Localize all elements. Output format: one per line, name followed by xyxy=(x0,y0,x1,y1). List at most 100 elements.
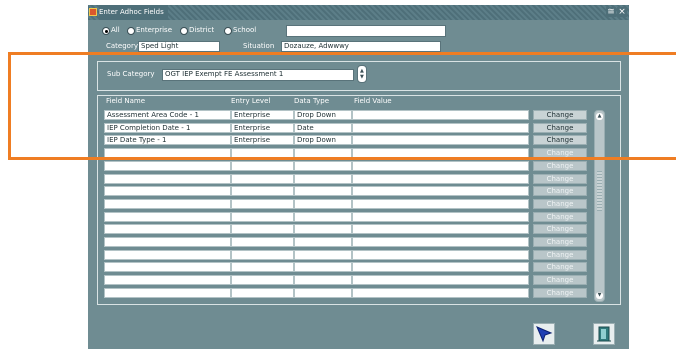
field-name-cell[interactable] xyxy=(104,199,231,209)
col-header-field-value: Field Value xyxy=(354,97,392,105)
data-type-cell[interactable]: Drop Down xyxy=(294,135,352,145)
change-button[interactable]: Change xyxy=(533,110,587,120)
radio-school-label: School xyxy=(233,26,257,34)
category-field[interactable]: Sped Light xyxy=(138,41,220,52)
restore-icon[interactable]: ≅ xyxy=(606,7,616,17)
scroll-up-icon[interactable]: ▲ xyxy=(596,113,603,120)
field-name-cell[interactable] xyxy=(104,148,231,158)
change-button[interactable]: Change xyxy=(533,199,587,209)
entry-level-cell[interactable] xyxy=(231,161,294,171)
change-button[interactable]: Change xyxy=(533,288,587,298)
field-value-cell[interactable] xyxy=(352,224,529,234)
field-name-cell[interactable] xyxy=(104,288,231,298)
table-scrollbar[interactable]: ▲ ▼ xyxy=(594,110,605,302)
scroll-down-icon[interactable]: ▼ xyxy=(596,292,603,299)
field-name-cell[interactable] xyxy=(104,174,231,184)
field-value-cell[interactable] xyxy=(352,212,529,222)
entry-level-cell[interactable] xyxy=(231,262,294,272)
data-type-cell[interactable] xyxy=(294,275,352,285)
close-icon[interactable]: × xyxy=(617,7,627,17)
field-name-cell[interactable] xyxy=(104,224,231,234)
data-type-cell[interactable] xyxy=(294,250,352,260)
field-name-cell[interactable]: IEP Date Type - 1 xyxy=(104,135,231,145)
field-name-cell[interactable]: IEP Completion Date - 1 xyxy=(104,123,231,133)
field-name-cell[interactable] xyxy=(104,262,231,272)
entry-level-cell[interactable]: Enterprise xyxy=(231,123,294,133)
col-header-data-type: Data Type xyxy=(294,97,330,105)
change-button[interactable]: Change xyxy=(533,148,587,158)
field-value-cell[interactable] xyxy=(352,262,529,272)
field-value-cell[interactable] xyxy=(352,237,529,247)
field-name-cell[interactable]: Assessment Area Code - 1 xyxy=(104,110,231,120)
data-type-cell[interactable] xyxy=(294,186,352,196)
entry-level-cell[interactable] xyxy=(231,288,294,298)
entry-level-cell[interactable]: Enterprise xyxy=(231,135,294,145)
field-name-cell[interactable] xyxy=(104,161,231,171)
data-type-cell[interactable] xyxy=(294,161,352,171)
field-value-cell[interactable] xyxy=(352,199,529,209)
field-name-cell[interactable] xyxy=(104,275,231,285)
field-name-cell[interactable] xyxy=(104,250,231,260)
entry-level-cell[interactable] xyxy=(231,186,294,196)
window-title: Enter Adhoc Fields xyxy=(99,5,168,20)
radio-school[interactable] xyxy=(224,27,232,35)
adhoc-fields-window: Enter Adhoc Fields ≅ × All Enterprise Di… xyxy=(88,5,629,349)
data-type-cell[interactable] xyxy=(294,224,352,234)
field-value-cell[interactable] xyxy=(352,161,529,171)
change-button[interactable]: Change xyxy=(533,212,587,222)
field-value-cell[interactable] xyxy=(352,174,529,184)
spin-down-icon[interactable]: ▼ xyxy=(360,75,364,80)
change-button[interactable]: Change xyxy=(533,275,587,285)
data-type-cell[interactable]: Date xyxy=(294,123,352,133)
radio-all-label: All xyxy=(111,26,120,34)
entry-level-cell[interactable] xyxy=(231,224,294,234)
data-type-cell[interactable] xyxy=(294,199,352,209)
field-value-cell[interactable] xyxy=(352,275,529,285)
data-type-cell[interactable] xyxy=(294,212,352,222)
sub-category-field[interactable]: OGT IEP Exempt FE Assessment 1 xyxy=(162,69,354,81)
change-button[interactable]: Change xyxy=(533,174,587,184)
change-button[interactable]: Change xyxy=(533,123,587,133)
sub-category-spinner[interactable]: ▲ ▼ xyxy=(357,65,367,83)
field-value-cell[interactable] xyxy=(352,135,529,145)
field-value-cell[interactable] xyxy=(352,250,529,260)
data-type-cell[interactable] xyxy=(294,237,352,247)
data-type-cell[interactable] xyxy=(294,262,352,272)
change-button[interactable]: Change xyxy=(533,224,587,234)
entry-level-cell[interactable] xyxy=(231,212,294,222)
radio-all[interactable] xyxy=(102,27,110,35)
entry-level-cell[interactable] xyxy=(231,237,294,247)
field-value-cell[interactable] xyxy=(352,288,529,298)
field-name-cell[interactable] xyxy=(104,186,231,196)
entry-level-cell[interactable] xyxy=(231,174,294,184)
field-value-cell[interactable] xyxy=(352,110,529,120)
change-button[interactable]: Change xyxy=(533,161,587,171)
exit-button[interactable] xyxy=(593,323,615,345)
field-value-cell[interactable] xyxy=(352,148,529,158)
entry-level-cell[interactable] xyxy=(231,250,294,260)
field-name-cell[interactable] xyxy=(104,212,231,222)
field-value-cell[interactable] xyxy=(352,186,529,196)
field-name-cell[interactable] xyxy=(104,237,231,247)
entry-level-cell[interactable] xyxy=(231,148,294,158)
data-type-cell[interactable] xyxy=(294,174,352,184)
change-button[interactable]: Change xyxy=(533,186,587,196)
entry-level-cell[interactable] xyxy=(231,275,294,285)
entry-level-cell[interactable]: Enterprise xyxy=(231,110,294,120)
change-button[interactable]: Change xyxy=(533,250,587,260)
entry-level-cell[interactable] xyxy=(231,199,294,209)
action-button[interactable] xyxy=(533,323,555,345)
data-type-cell[interactable] xyxy=(294,148,352,158)
data-type-cell[interactable] xyxy=(294,288,352,298)
radio-enterprise[interactable] xyxy=(127,27,135,35)
field-value-cell[interactable] xyxy=(352,123,529,133)
category-label: Category xyxy=(106,42,138,50)
data-type-cell[interactable]: Drop Down xyxy=(294,110,352,120)
school-field[interactable] xyxy=(286,25,446,37)
change-button[interactable]: Change xyxy=(533,262,587,272)
change-button[interactable]: Change xyxy=(533,237,587,247)
radio-district[interactable] xyxy=(180,27,188,35)
scroll-grip[interactable] xyxy=(597,171,602,211)
situation-field[interactable]: Dozauze, Adwwwy xyxy=(281,41,441,52)
change-button[interactable]: Change xyxy=(533,135,587,145)
